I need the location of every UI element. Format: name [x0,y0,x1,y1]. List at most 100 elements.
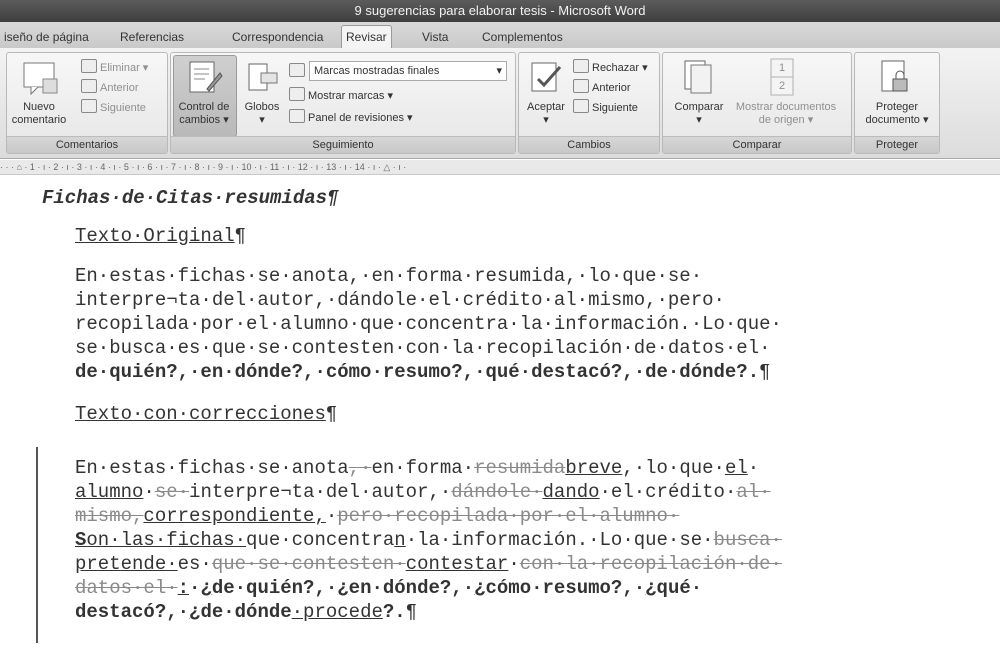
original-line-5: de·quién?,·en·dónde?,·cómo·resumo?,·qué·… [75,361,771,383]
text-run: · [325,505,338,527]
text-run: en·forma· [371,457,475,479]
text-run: de·quién?,· [211,577,338,599]
inserted-text: : [177,577,190,599]
next-change-icon [573,99,589,113]
previous-comment-label: Anterior [100,82,139,94]
text-run: ,·lo·que· [622,457,725,479]
inserted-text: ¿ [474,577,486,599]
show-markup-button[interactable]: Mostrar marcas ▾ [289,87,393,103]
accept-button[interactable]: Aceptar ▾ [521,101,571,127]
balloons-icon [247,61,279,95]
compare-label: Comparar [674,101,724,113]
text-run: · [747,457,760,479]
protect-document-icon [879,59,913,97]
markup-display-select[interactable]: Marcas mostradas finales ▾ [309,61,507,81]
next-comment-label: Siguiente [100,102,146,114]
reject-label: Rechazar ▾ [592,62,648,74]
show-source-documents-button[interactable]: Mostrar documentos de origen ▾ [731,101,841,127]
source-doc-number-1: 1 [779,62,786,74]
inserted-text: ¿ [337,577,349,599]
deleted-text: que·se·contesten· [211,553,406,575]
pilcrow-mark: ¶ [325,403,338,425]
corrected-line-1: En·estas·fichas·se·anota,·en·forma·resum… [75,457,759,479]
deleted-text: dándole· [451,481,543,503]
tab-diseno-pagina[interactable]: iseño de página [0,27,93,47]
section-corrections-title: Texto·con·correcciones¶ [75,403,337,425]
show-source-label-2: de origen ▾ [758,114,814,126]
compare-button[interactable]: Comparar ▾ [663,101,735,127]
deleted-text: con·la·recopilación·de· [519,553,782,575]
new-comment-label-1: Nuevo [23,101,55,113]
document-heading: Fichas·de·Citas·resumidas¶ [42,187,339,209]
balloons-button[interactable]: Globos ▾ [237,101,287,127]
inserted-text: n [394,529,406,551]
compare-arrow: ▾ [696,114,702,126]
markup-display-icon [289,63,305,77]
corrected-line-2: alumno·se·interpre¬ta·del·autor,·dándole… [75,481,771,503]
balloons-label-1: Globos [244,101,280,113]
deleted-text: al· [736,481,771,503]
inserted-text: el [724,457,748,479]
section-original-title-text: Texto·Original [75,225,235,247]
original-line-1: En·estas·fichas·se·anota,·en·forma·resum… [75,265,703,287]
tab-complementos[interactable]: Complementos [478,27,567,47]
reviewing-pane-label: Panel de revisiones ▾ [308,112,413,124]
section-original-title: Texto·Original¶ [75,225,246,247]
corrected-line-5: pretende·es·que·se·contesten·contestar·c… [75,553,782,575]
protect-label-1: Proteger [875,101,919,113]
document-page[interactable]: Fichas·de·Citas·resumidas¶ Texto·Origina… [0,175,1000,646]
next-change-button[interactable]: Siguiente [573,99,638,115]
markup-icon [289,63,308,79]
reject-button[interactable]: Rechazar ▾ [573,59,648,75]
text-run: ·el·crédito· [599,481,737,503]
inserted-text: ¿ [645,577,657,599]
group-label-comparar: Comparar [663,136,851,153]
window-title: 9 sugerencias para elaborar tesis - Micr… [354,3,646,18]
deleted-text: pero·recopilada·por·el·alumno· [337,505,680,527]
protect-document-button[interactable]: Proteger documento ▾ [855,101,939,127]
text-run: destacó?,· [75,601,190,623]
accept-arrow: ▾ [543,114,549,126]
reject-icon [573,59,589,73]
track-changes-label-1: Control de [178,101,230,113]
reviewing-pane-button[interactable]: Panel de revisiones ▾ [289,109,413,125]
inserted-text: correspondiente, [143,505,326,527]
horizontal-ruler[interactable]: · · · ⌂ · 1 · ı · 2 · ı · 3 · ı · 4 · ı … [0,160,1000,175]
tab-vista[interactable]: Vista [418,27,452,47]
group-label-seguimiento: Seguimiento [171,136,515,153]
inserted-text: ¿ [200,577,212,599]
deleted-text: ,· [348,457,372,479]
inserted-text: contestar [405,553,509,575]
tab-revisar[interactable]: Revisar [341,25,392,49]
previous-comment-button[interactable]: Anterior [81,79,139,95]
new-comment-label-2: comentario [11,114,67,126]
deleted-text: se· [154,481,190,503]
text-run: · [508,553,520,575]
deleted-text: resumida [474,457,566,479]
new-comment-button[interactable]: Nuevo comentario [7,101,71,127]
text-run: qué· [656,577,703,599]
text-run: en·dónde?,· [348,577,475,599]
balloons-label-2: ▾ [259,114,265,126]
track-changes-label: Control de cambios ▾ [173,101,235,127]
delete-comment-button[interactable]: Eliminar ▾ [81,59,148,75]
deleted-text: busca· [713,529,782,551]
tab-referencias[interactable]: Referencias [116,27,188,47]
show-markup-label: Mostrar marcas ▾ [308,90,393,102]
inserted-text: on·las·fichas· [86,529,247,551]
tab-correspondencia[interactable]: Correspondencia [228,27,327,47]
previous-change-label: Anterior [592,82,631,94]
track-changes-icon [187,59,223,95]
text-run: que·concentra [246,529,395,551]
text-run: de·dónde [200,601,292,623]
reviewing-pane-icon [289,109,305,123]
text-run: · [143,481,155,503]
ruler-marks: · · · ⌂ · 1 · ı · 2 · ı · 3 · ı · 4 · ı … [0,162,407,172]
corrected-line-4: Son·las·fichas·que·concentran·la·informa… [75,529,782,551]
inserted-text: dando [542,481,600,503]
markup-display-value: Marcas mostradas finales [314,65,440,77]
delete-comment-label: Eliminar ▾ [100,62,149,74]
next-comment-button[interactable]: Siguiente [81,99,146,115]
group-label-proteger: Proteger [855,136,939,153]
previous-change-button[interactable]: Anterior [573,79,631,95]
